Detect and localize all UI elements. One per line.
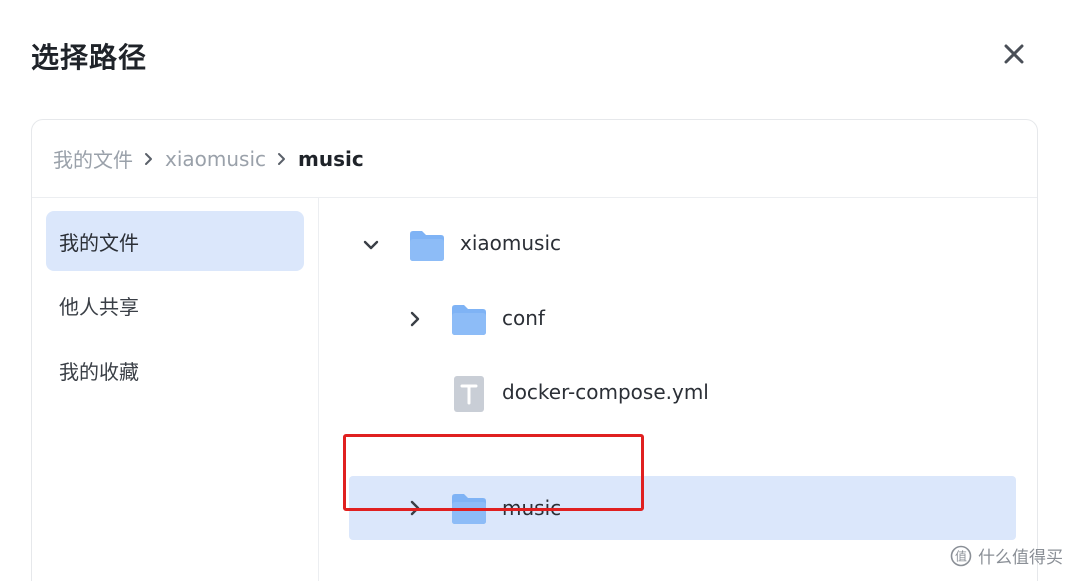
path-picker-panel: 我的文件 xiaomusic music 我的文件 他人共享 我的收藏 xiao… (31, 119, 1038, 581)
sidebar-item-favorites[interactable]: 我的收藏 (46, 340, 304, 400)
folder-tree: xiaomusic conf docker-compose.yml music (319, 198, 1037, 581)
tree-row-xiaomusic[interactable]: xiaomusic (343, 214, 1016, 276)
breadcrumb-item-xiaomusic[interactable]: xiaomusic (165, 147, 266, 171)
tree-row-docker-compose[interactable]: docker-compose.yml (343, 363, 1016, 425)
dialog-title: 选择路径 (31, 41, 148, 74)
chevron-down-icon[interactable] (361, 235, 381, 255)
breadcrumb: 我的文件 xiaomusic music (32, 120, 1037, 198)
tree-row-conf[interactable]: conf (343, 289, 1016, 351)
smzdm-logo-icon: 值 (950, 545, 972, 566)
breadcrumb-item-music: music (298, 146, 364, 171)
folder-icon (410, 231, 444, 261)
chevron-right-icon (276, 152, 288, 166)
watermark: 值 什么值得买 (950, 543, 1063, 568)
chevron-right-icon[interactable] (405, 309, 425, 329)
tree-row-label: conf (502, 306, 545, 330)
tree-row-label: xiaomusic (460, 231, 562, 255)
sidebar-item-my-files[interactable]: 我的文件 (46, 211, 304, 271)
folder-icon (452, 494, 486, 524)
chevron-right-icon[interactable] (405, 498, 425, 518)
close-icon (1004, 44, 1024, 64)
close-button[interactable] (996, 36, 1032, 72)
sidebar-item-shared[interactable]: 他人共享 (46, 275, 304, 335)
tree-row-label: docker-compose.yml (502, 380, 709, 404)
sidebar: 我的文件 他人共享 我的收藏 (32, 198, 319, 581)
watermark-text: 什么值得买 (978, 548, 1063, 568)
breadcrumb-item-my-files[interactable]: 我的文件 (53, 144, 133, 173)
tree-row-label: music (502, 496, 562, 520)
chevron-right-icon (143, 152, 155, 166)
tree-row-music[interactable]: music (349, 476, 1016, 540)
folder-icon (452, 305, 486, 335)
text-file-icon (454, 376, 484, 412)
svg-text:值: 值 (955, 548, 967, 563)
